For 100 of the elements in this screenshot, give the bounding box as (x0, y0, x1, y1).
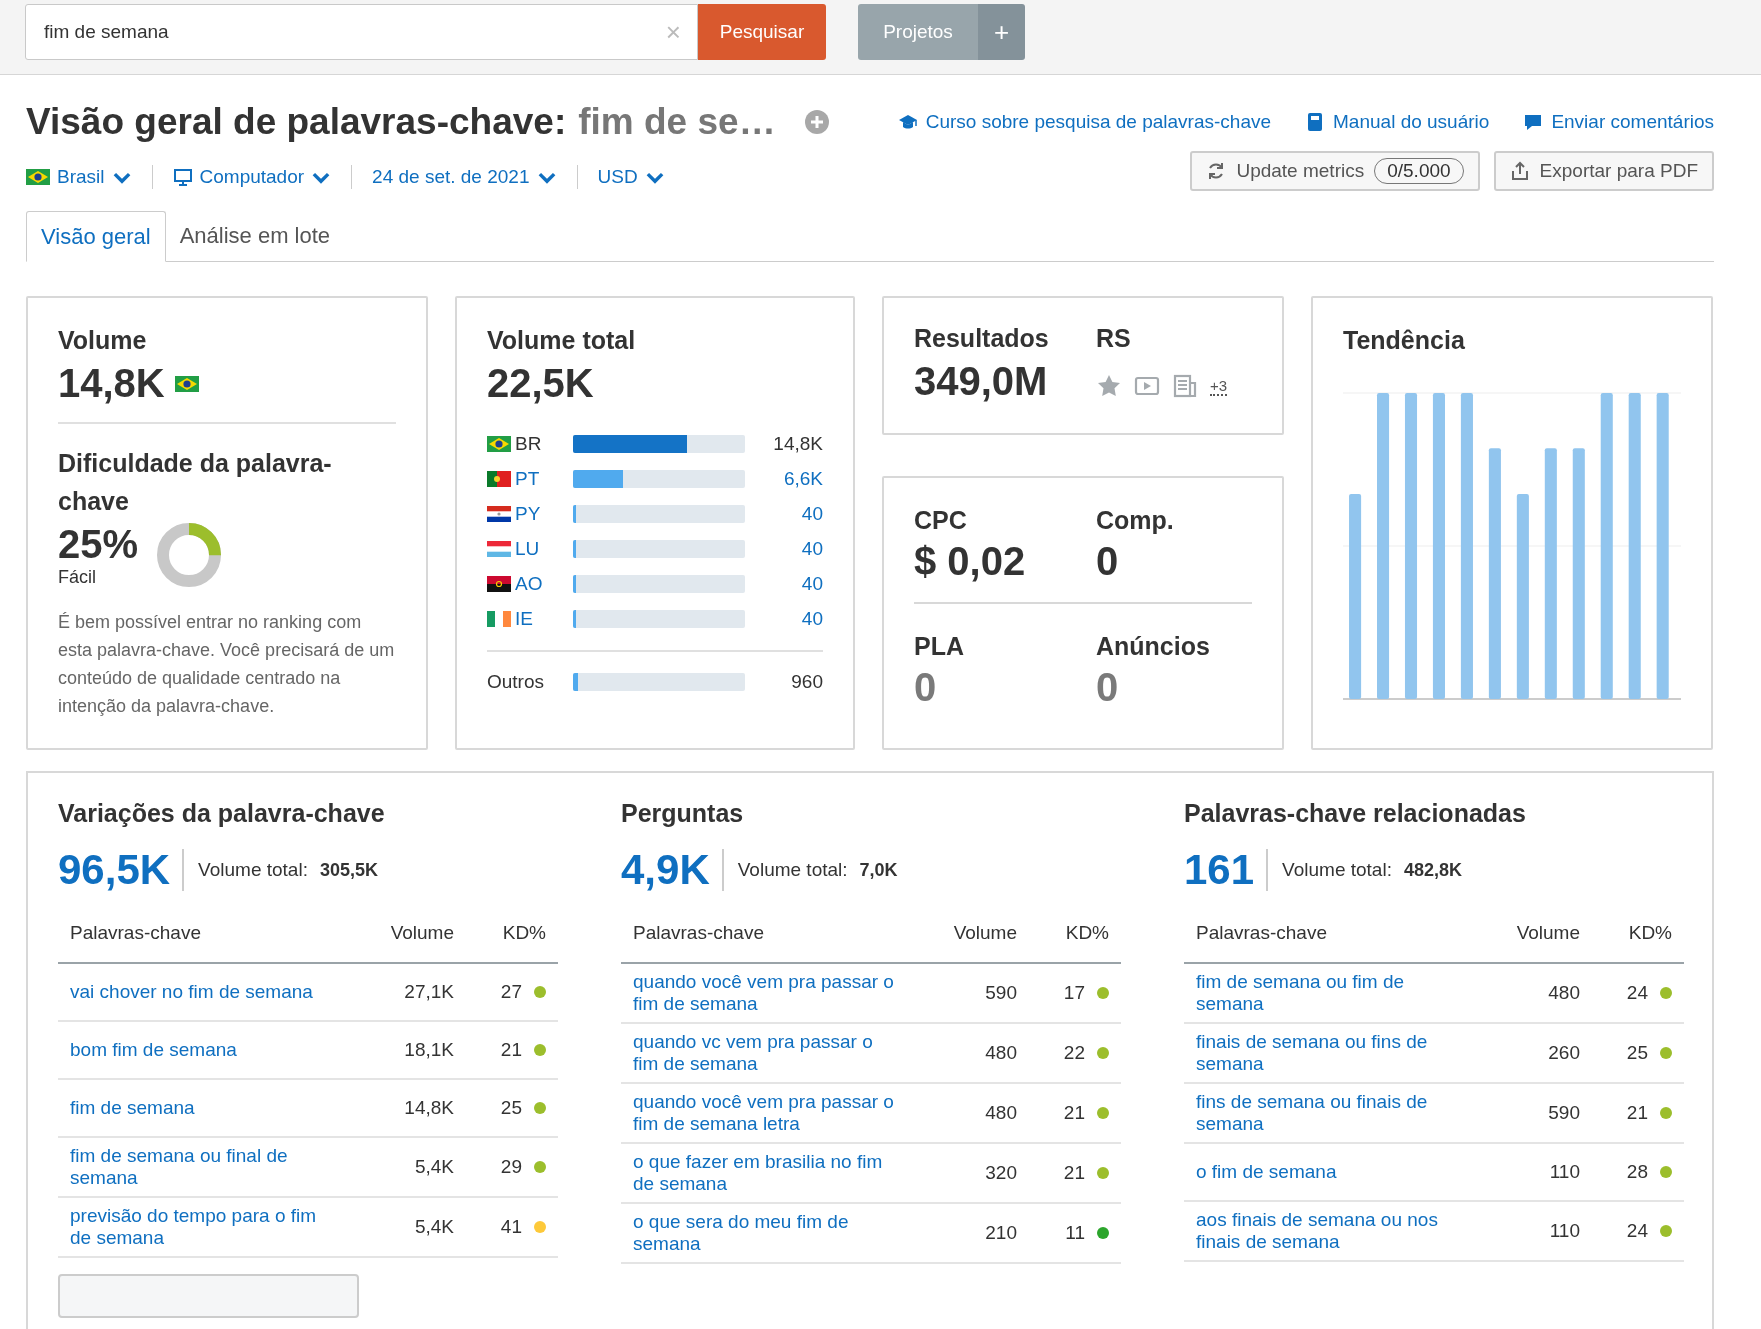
keyword-link[interactable]: o fim de semana (1196, 1161, 1480, 1183)
flag-icon (487, 470, 511, 487)
keyword-link[interactable]: quando você vem pra passar o fim de semana (633, 971, 917, 1015)
export-pdf-button[interactable]: Exportar para PDF (1493, 151, 1714, 191)
metric-label: Comp. (1096, 506, 1175, 535)
volume-cell-text: 110 (1548, 1161, 1580, 1183)
country-code[interactable]: LU (515, 537, 573, 560)
update-metrics-button[interactable]: Update metrics 0/5.000 (1190, 151, 1480, 191)
kd-cell: 11 (1065, 1222, 1085, 1244)
column-header: Volume (952, 922, 1017, 944)
filter-dropdown[interactable]: 24 de set. de 2021 (351, 165, 577, 189)
country-code: BR (515, 432, 543, 455)
keyword-link[interactable]: finais de semana ou fins de semana (1196, 1031, 1480, 1075)
kd-cell: 24 (1626, 1220, 1648, 1242)
page-title: Visão geral de palavras-chave: (26, 101, 567, 143)
keyword-link[interactable]: aos finais de semana ou nos finais de semana (1196, 1209, 1480, 1253)
volume-cell-text: 260 (1547, 1042, 1580, 1064)
volume-cell-text: 480 (984, 1042, 1017, 1064)
total-volume-value: 482,8K (1403, 859, 1462, 881)
keyword-link[interactable]: fins de semana ou finais de semana (1196, 1091, 1480, 1135)
volume-cell-text: 27,1K (403, 981, 454, 1003)
filter-dropdown[interactable]: USD (576, 165, 685, 189)
section-title: Palavras-chave relacionadas (1184, 799, 1527, 828)
kd-cell: 24 (1626, 982, 1648, 1004)
others-volume: 960 (790, 670, 823, 693)
country-volume[interactable]: 40 (745, 572, 823, 595)
card-title: Dificuldade da palavra-chave (58, 448, 333, 517)
results-value: 349,0M (914, 359, 1049, 404)
filter-dropdown[interactable]: Brasil (26, 165, 152, 189)
header-link[interactable]: Enviar comentários (1523, 111, 1714, 133)
metric-value: 0 (1096, 539, 1120, 584)
flag-icon (174, 375, 199, 392)
keyword-link[interactable]: previsão do tempo para o fim de semana (70, 1205, 354, 1249)
filter-dropdown[interactable]: Computador (151, 165, 352, 189)
volume-cell-text: 480 (984, 1102, 1017, 1124)
volume-cell-text: 590 (1547, 1102, 1580, 1124)
country-code[interactable]: AO (515, 572, 573, 595)
column-header: Palavras-chave (70, 922, 202, 944)
search-button[interactable]: Pesquisar (698, 4, 826, 60)
keyword-link[interactable]: o que sera do meu fim de semana (633, 1211, 917, 1255)
volume-cell-text: 590 (984, 982, 1017, 1004)
section-title: Variações da palavra-chave (58, 799, 386, 828)
tab[interactable]: Análise em lote (165, 211, 345, 261)
volume-cell-text: 5,4K (413, 1216, 454, 1238)
volume-value: 14,8K (58, 361, 165, 406)
kd-cell: 22 (1063, 1042, 1085, 1064)
others-label: Outros (487, 670, 546, 693)
kd-cell: 17 (1063, 982, 1085, 1004)
country-volume[interactable]: 40 (745, 502, 823, 525)
keyword-link[interactable]: vai chover no fim de semana (70, 981, 354, 1003)
flag-icon (26, 169, 50, 185)
flag-icon (487, 575, 511, 592)
keyword-link[interactable]: fim de semana ou final de semana (70, 1145, 354, 1189)
speech-bubble-icon (1523, 112, 1544, 132)
keyword-link[interactable]: fim de semana (70, 1097, 354, 1119)
metric-value: 0 (1096, 665, 1120, 710)
kd-cell: 21 (500, 1039, 522, 1061)
total-volume-label: Volume total: (737, 859, 848, 881)
column-header: KD% (1627, 922, 1672, 944)
difficulty-label: Fácil (58, 567, 97, 588)
metric-value: 0 (914, 665, 938, 710)
tab[interactable]: Visão geral (26, 211, 166, 262)
header-link[interactable]: Manual do usuário (1305, 111, 1490, 133)
column-header: Palavras-chave (633, 922, 765, 944)
difficulty-description: É bem possível entrar no ranking com esta palavra-chave. Você precisará de um conteúdo de qualidade centrado na intenção da palavra-chave. (58, 611, 396, 718)
keyword-link[interactable]: quando você vem pra passar o fim de semana letra (633, 1091, 917, 1135)
keyword-link[interactable]: o que fazer em brasilia no fim de semana (633, 1151, 917, 1195)
card-title: RS (1096, 324, 1132, 353)
volume-cell-text: 210 (984, 1222, 1017, 1244)
metric-label: CPC (914, 506, 968, 535)
card-title: Volume (58, 326, 148, 355)
country-volume[interactable]: 6,6K (745, 467, 823, 490)
monitor-icon (172, 167, 193, 187)
keyword-link[interactable]: quando vc vem pra passar o fim de semana (633, 1031, 917, 1075)
card-title: Resultados (914, 324, 1050, 353)
view-all-button[interactable] (58, 1274, 359, 1318)
country-volume[interactable]: 40 (745, 537, 823, 560)
volume-cell-text: 320 (984, 1162, 1017, 1184)
more-features-link[interactable]: +3 (1210, 376, 1228, 396)
column-header: KD% (501, 922, 546, 944)
column-header: Volume (389, 922, 454, 944)
keyword-link[interactable]: bom fim de semana (70, 1039, 354, 1061)
country-code[interactable]: PY (515, 502, 573, 525)
country-code[interactable]: PT (515, 467, 573, 490)
keyword-count: 161 (1184, 849, 1269, 891)
search-field[interactable]: fim de semana × (25, 4, 698, 60)
header-link[interactable]: Curso sobre pesquisa de palavras-chave (897, 111, 1272, 133)
metric-value: $ 0,02 (914, 539, 1027, 584)
keyword-count: 96,5K (58, 849, 185, 891)
keyword-link[interactable]: fim de semana ou fim de semana (1196, 971, 1480, 1015)
column-header: Palavras-chave (1196, 922, 1328, 944)
card-title: Volume total (487, 326, 637, 355)
country-code[interactable]: IE (515, 607, 573, 630)
volume-cell-text: 480 (1547, 982, 1580, 1004)
column-header: Volume (1515, 922, 1580, 944)
kd-cell: 21 (1626, 1102, 1648, 1124)
add-project-button[interactable]: + (978, 4, 1025, 60)
kd-cell: 21 (1063, 1102, 1085, 1124)
country-volume[interactable]: 40 (745, 607, 823, 630)
difficulty-donut (156, 522, 223, 588)
